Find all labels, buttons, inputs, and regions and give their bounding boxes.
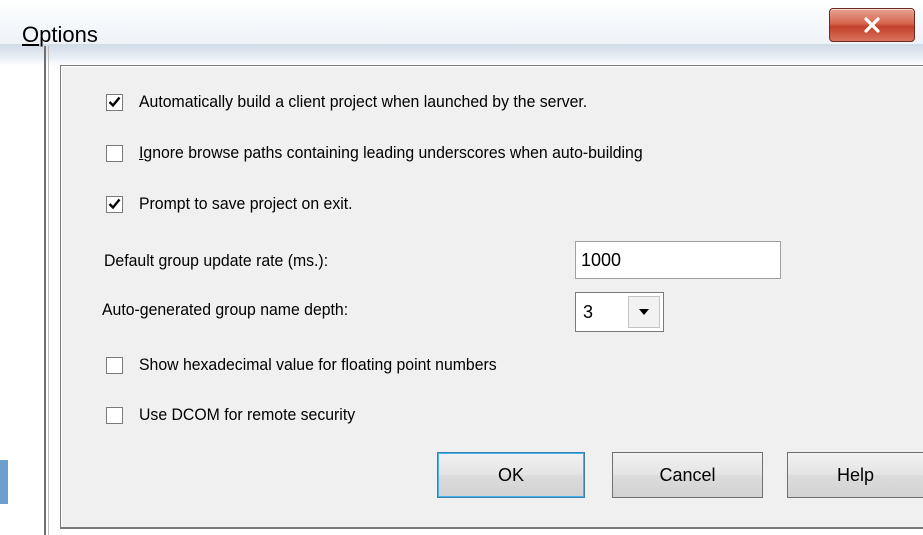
prompt-save-option[interactable]: Prompt to save project on exit. bbox=[106, 194, 369, 214]
show-hex-label: Show hexadecimal value for floating poin… bbox=[139, 355, 497, 374]
ignore-underscores-checkbox[interactable] bbox=[106, 144, 123, 162]
chevron-down-icon bbox=[639, 309, 649, 315]
panel-bottom-border bbox=[60, 527, 923, 529]
ignore-underscores-text: gnore browse paths containing leading un… bbox=[143, 143, 643, 162]
close-button[interactable] bbox=[829, 8, 915, 42]
name-depth-label: Auto-generated group name depth: bbox=[102, 300, 349, 319]
update-rate-label: Default group update rate (ms.): bbox=[104, 251, 329, 270]
ignore-underscores-option[interactable]: Ignore browse paths containing leading u… bbox=[106, 143, 681, 163]
close-x-icon bbox=[864, 17, 880, 33]
window-title: Options bbox=[22, 22, 98, 48]
help-button[interactable]: Help bbox=[787, 452, 923, 498]
prompt-save-label: Prompt to save project on exit. bbox=[139, 194, 353, 213]
auto-build-label: Automatically build a client project whe… bbox=[139, 92, 588, 111]
ignore-underscores-label: Ignore browse paths containing leading u… bbox=[139, 143, 643, 163]
left-border-highlight bbox=[48, 46, 49, 535]
name-depth-value: 3 bbox=[583, 301, 594, 322]
title-mnemonic: O bbox=[22, 22, 40, 47]
use-dcom-label: Use DCOM for remote security bbox=[139, 405, 356, 424]
background-window-edge bbox=[0, 460, 8, 504]
checkmark-icon bbox=[108, 198, 121, 210]
prompt-save-checkbox[interactable] bbox=[106, 195, 123, 213]
show-hex-option[interactable]: Show hexadecimal value for floating poin… bbox=[106, 355, 524, 375]
title-bar[interactable] bbox=[0, 0, 923, 46]
options-dialog: Options Automatically build a client pro… bbox=[0, 0, 923, 535]
use-dcom-checkbox[interactable] bbox=[106, 406, 123, 424]
auto-build-option[interactable]: Automatically build a client project whe… bbox=[106, 92, 621, 112]
checkmark-icon bbox=[108, 96, 121, 108]
dropdown-button[interactable] bbox=[628, 296, 660, 328]
use-dcom-option[interactable]: Use DCOM for remote security bbox=[106, 405, 371, 425]
cancel-button[interactable]: Cancel bbox=[612, 452, 763, 498]
ok-button[interactable]: OK bbox=[437, 452, 585, 498]
title-rest: ptions bbox=[39, 22, 98, 47]
title-bar-edge bbox=[0, 44, 923, 66]
auto-build-checkbox[interactable] bbox=[106, 93, 123, 111]
update-rate-input[interactable] bbox=[575, 241, 781, 279]
name-depth-select[interactable]: 3 bbox=[575, 292, 664, 332]
left-border bbox=[44, 46, 46, 535]
show-hex-checkbox[interactable] bbox=[106, 356, 123, 374]
